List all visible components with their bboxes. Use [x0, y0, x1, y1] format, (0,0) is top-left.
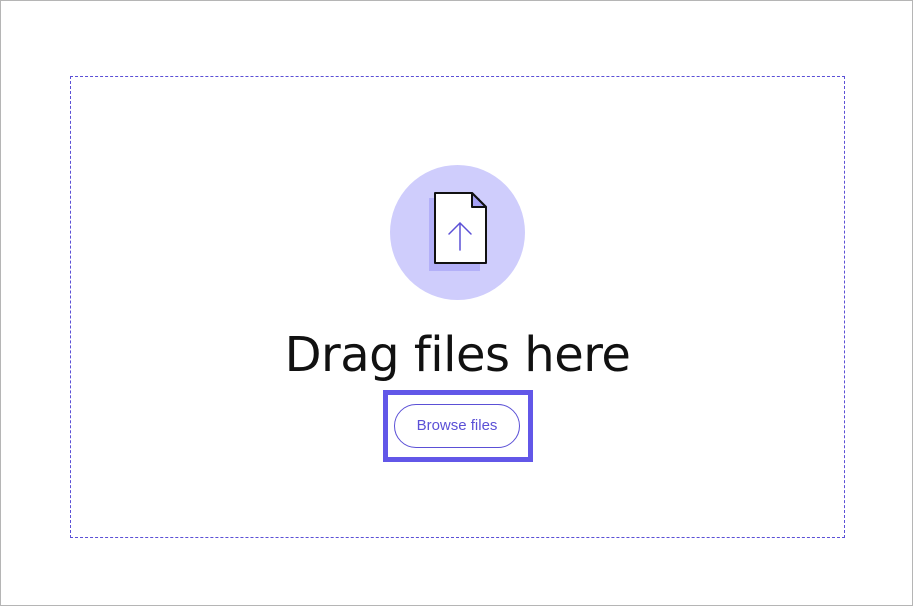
browse-files-button[interactable]: Browse files	[394, 404, 520, 448]
file-upload-icon	[390, 165, 525, 300]
file-dropzone[interactable]	[70, 76, 845, 538]
upload-frame: Drag files here Browse files	[0, 0, 913, 606]
dropzone-title: Drag files here	[284, 327, 631, 383]
